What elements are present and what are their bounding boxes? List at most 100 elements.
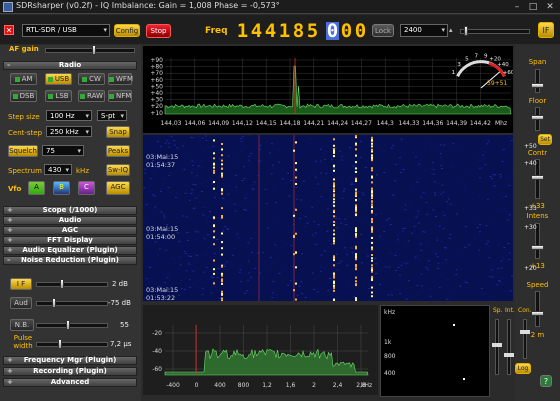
nb-slider[interactable] xyxy=(36,323,108,328)
mode-dsb-button[interactable]: DSB xyxy=(10,90,37,102)
spectrum-width-input[interactable]: 430 xyxy=(44,164,72,175)
lock-button[interactable]: Lock xyxy=(372,24,394,37)
spectrum-panel[interactable]: +90 +80 +70 +60 +50 +40 +30 +20 +10 144,03 144,06 1… xyxy=(143,46,515,133)
int-slider[interactable] xyxy=(507,319,511,375)
spectrum-plot[interactable]: +90+80+70+60+50+40+30+20+10144,03 144,06 1… xyxy=(143,46,515,133)
maximize-icon[interactable]: □ xyxy=(526,1,540,13)
aud-nr-knob[interactable] xyxy=(52,298,56,308)
if-nr-button[interactable]: I F xyxy=(10,278,32,290)
af-gain-knob[interactable] xyxy=(92,45,96,55)
floor-knob[interactable] xyxy=(531,115,544,120)
section-header[interactable]: + Audio xyxy=(3,216,137,225)
source-select[interactable]: RTL-SDR / USB xyxy=(22,24,110,37)
step-select[interactable]: 2400 xyxy=(400,24,448,37)
minimize-icon[interactable]: – xyxy=(510,1,524,13)
mode-raw-button[interactable]: RAW xyxy=(78,90,105,102)
step-size-select[interactable]: 100 Hz xyxy=(46,110,92,121)
int-knob[interactable] xyxy=(504,353,514,357)
section-header[interactable]: + FFT Display xyxy=(3,236,137,245)
waterfall-signal xyxy=(371,236,373,239)
waterfall-panel[interactable]: 03:Mai:15 01:54:37 03:Mai:15 01:54:00 03:Mai… xyxy=(143,135,521,303)
mode-cw-button[interactable]: CW xyxy=(78,73,105,85)
if-nr-knob[interactable] xyxy=(60,279,64,289)
contrast-knob[interactable] xyxy=(531,175,544,180)
s-meter-reading: 59+51 xyxy=(487,80,507,87)
freq-digit[interactable]: 4 xyxy=(264,22,277,41)
audio-spectrum-plot[interactable]: -20-40-60-400 0 400 800 1,2 1,6 2 2,4 2,8kHz xyxy=(143,305,378,395)
snap-button[interactable]: Snap xyxy=(106,126,130,138)
close-source-icon[interactable]: ✕ xyxy=(4,25,14,35)
span-slider[interactable] xyxy=(535,69,540,93)
agc-button[interactable]: AGC xyxy=(106,181,130,195)
waterfall-signal xyxy=(333,155,335,158)
waterfall-signal xyxy=(371,169,373,172)
expand-icon: – xyxy=(7,256,11,264)
mode-nfm-button[interactable]: NFM xyxy=(108,90,132,102)
close-icon[interactable]: ✕ xyxy=(543,1,557,13)
waterfall-signal xyxy=(221,188,223,191)
peaks-button[interactable]: Peaks xyxy=(106,145,130,157)
speed-knob[interactable] xyxy=(531,311,544,316)
mode-wfm-button[interactable]: WFM xyxy=(108,73,133,85)
step-spinner-icon[interactable]: ▴ xyxy=(449,26,454,34)
con-knob[interactable] xyxy=(520,330,530,334)
if-nr-slider[interactable] xyxy=(36,282,108,287)
waterfall-signal xyxy=(221,278,223,281)
freq-digit[interactable]: 1 xyxy=(278,22,291,41)
set-button[interactable]: Set xyxy=(538,134,552,145)
freq-digit[interactable]: 5 xyxy=(306,22,319,41)
mode-am-button[interactable]: AM xyxy=(10,73,37,85)
s-pt-select[interactable]: S-pt xyxy=(97,110,127,121)
sp-knob[interactable] xyxy=(492,343,502,347)
pulse-width-slider[interactable] xyxy=(36,342,108,347)
nb-button[interactable]: N.B. xyxy=(10,319,34,331)
freq-digit[interactable]: 4 xyxy=(250,22,263,41)
section-header[interactable]: + Scope (/1000) xyxy=(3,206,137,215)
span-knob[interactable] xyxy=(531,83,544,88)
waterfall-plot[interactable]: 03:Mai:1501:54:3703:Mai:1501:54:0003:Mai… xyxy=(143,135,521,303)
sp-slider[interactable] xyxy=(495,319,499,375)
section-header[interactable]: – Noise Reduction (Plugin) xyxy=(3,256,137,265)
toolbar-slider-knob[interactable] xyxy=(464,26,468,36)
config-button[interactable]: Config xyxy=(114,24,140,37)
pulse-width-knob[interactable] xyxy=(58,339,62,349)
aud-nr-button[interactable]: Aud xyxy=(10,297,32,309)
section-header[interactable]: + Frequency Mgr (Plugin) xyxy=(3,356,137,365)
squelch-select[interactable]: 75 xyxy=(42,145,84,156)
section-header[interactable]: + AGC xyxy=(3,226,137,235)
section-header[interactable]: + Advanced xyxy=(3,378,137,387)
speed-slider[interactable] xyxy=(535,291,540,327)
toolbar-slider[interactable] xyxy=(460,29,530,34)
mode-usb-button[interactable]: USB xyxy=(45,73,72,85)
section-header[interactable]: + Audio Equalizer (Plugin) xyxy=(3,246,137,255)
freq-digit[interactable]: 1 xyxy=(236,22,249,41)
intensity-knob[interactable] xyxy=(531,245,544,250)
freq-digit[interactable]: 0 xyxy=(340,22,353,41)
con-slider[interactable] xyxy=(523,319,527,359)
af-gain-slider[interactable] xyxy=(45,48,135,53)
aud-nr-slider[interactable] xyxy=(36,301,108,306)
sw-iq-button[interactable]: Sw-IQ xyxy=(106,164,130,176)
vfo-a-button[interactable]: A xyxy=(28,181,45,195)
help-button[interactable]: ? xyxy=(540,375,552,387)
waterfall-signal xyxy=(221,207,223,210)
s-meter-tick: 7 xyxy=(474,53,478,59)
squelch-button[interactable]: Squelch xyxy=(8,145,38,157)
freq-digit[interactable]: 8 xyxy=(292,22,305,41)
stop-button[interactable]: Stop xyxy=(146,24,171,38)
mode-lsb-button[interactable]: LSB xyxy=(45,90,72,102)
vfo-b-button[interactable]: B xyxy=(53,181,70,195)
waterfall-signal xyxy=(355,245,357,248)
cent-step-select[interactable]: 250 kHz xyxy=(46,126,92,137)
s-meter-tick: 1 xyxy=(452,70,456,76)
if-button[interactable]: IF xyxy=(538,22,554,38)
vfo-c-button[interactable]: C xyxy=(78,181,95,195)
freq-digit[interactable]: 0 xyxy=(354,22,367,41)
iq-scope[interactable]: kHz 1k 800 400 xyxy=(380,305,490,397)
freq-digit[interactable]: 0 xyxy=(326,22,339,41)
intens-label: Intens xyxy=(526,212,549,220)
radio-section-header[interactable]: – Radio xyxy=(3,61,137,70)
section-header[interactable]: + Recording (Plugin) xyxy=(3,367,137,376)
nb-knob[interactable] xyxy=(66,320,70,330)
log-button[interactable]: Log xyxy=(515,363,531,374)
